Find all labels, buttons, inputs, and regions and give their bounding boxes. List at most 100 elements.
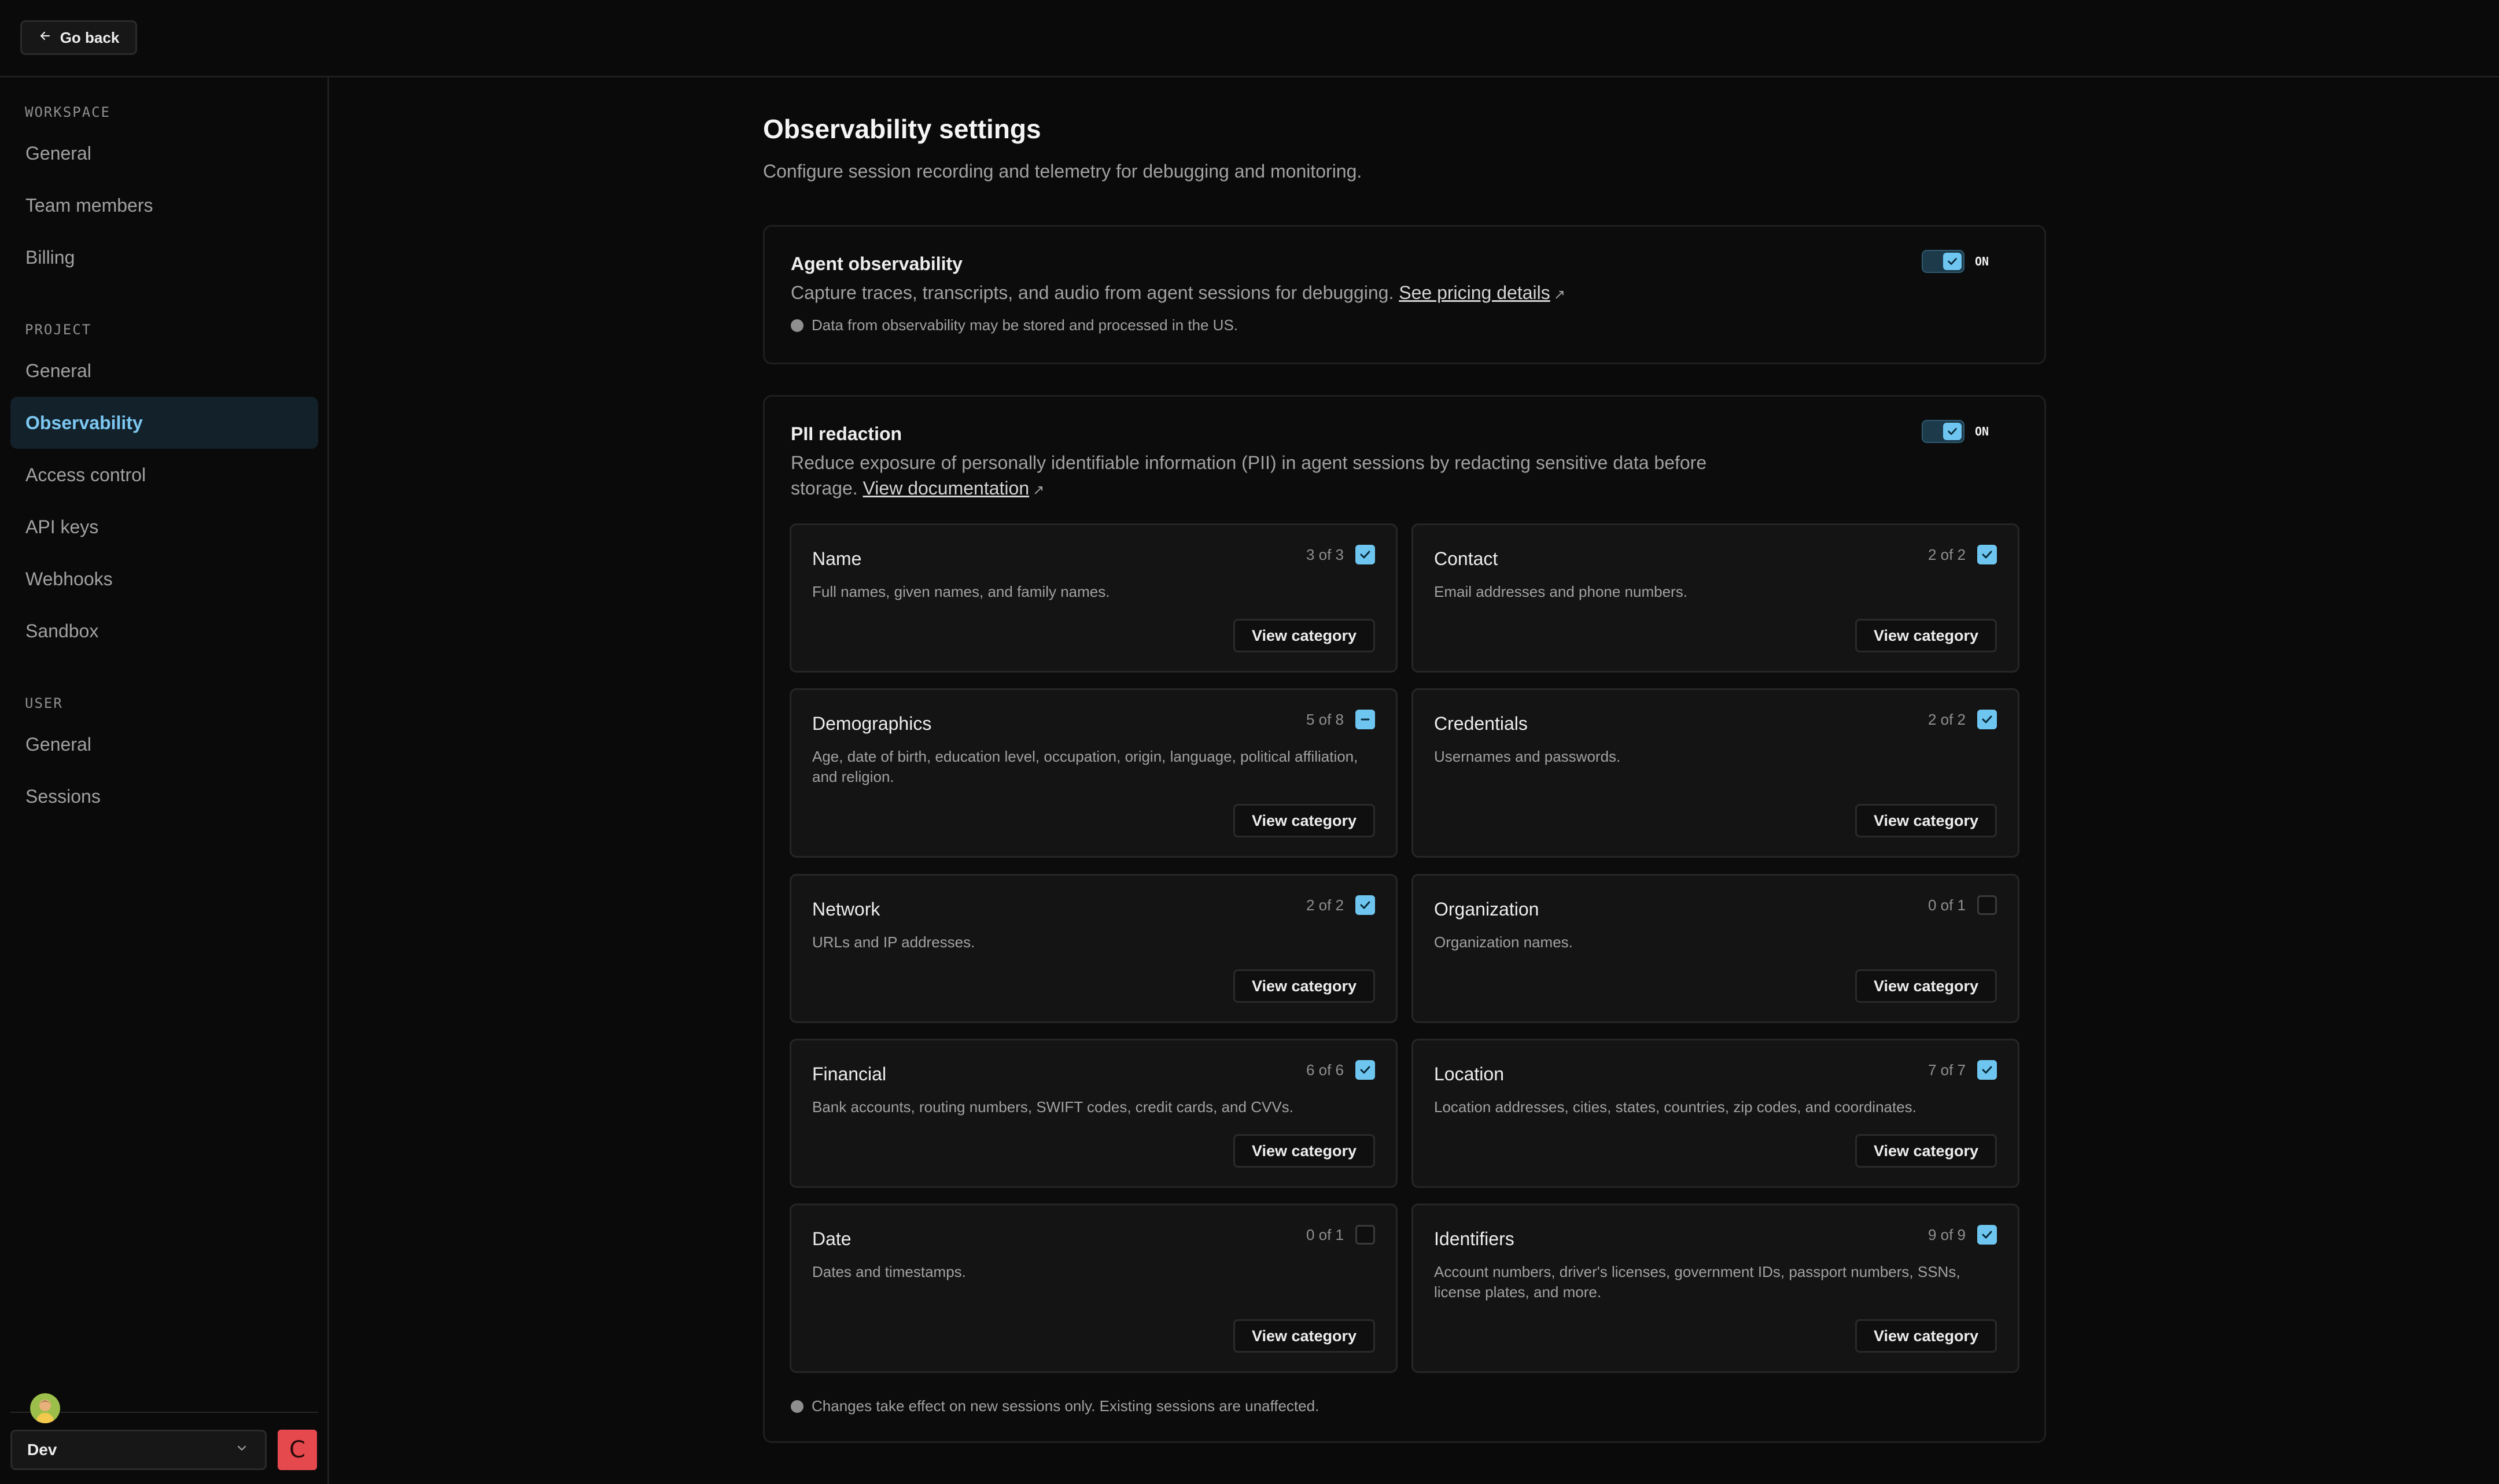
category-description: Dates and timestamps. <box>812 1263 966 1280</box>
category-checkbox[interactable] <box>1977 1060 1997 1080</box>
category-checkbox[interactable] <box>1977 1225 1997 1245</box>
sidebar-item-team-members[interactable]: Team members <box>10 179 318 231</box>
category-count: 0 of 1 <box>1306 1226 1344 1243</box>
arrow-left-icon <box>38 29 52 47</box>
org-badge[interactable]: C <box>278 1430 317 1470</box>
category-checkbox[interactable] <box>1355 895 1375 915</box>
sidebar-item-sessions[interactable]: Sessions <box>10 770 318 822</box>
view-category-button[interactable]: View category <box>1233 804 1375 837</box>
minus-icon <box>1361 718 1370 721</box>
category-name: Organization <box>1434 899 1539 920</box>
section-label-user: USER <box>25 695 63 711</box>
check-icon <box>1360 901 1370 909</box>
category-name: Network <box>812 899 880 920</box>
view-category-button[interactable]: View category <box>1855 619 1997 652</box>
category-checkbox[interactable] <box>1355 545 1375 564</box>
sidebar-item-sandbox[interactable]: Sandbox <box>10 605 318 657</box>
data-storage-note: Data from observability may be stored an… <box>791 316 1238 334</box>
category-name: Identifiers <box>1434 1228 1514 1249</box>
view-documentation-link[interactable]: View documentation <box>863 478 1030 499</box>
category-description: Account numbers, driver's licenses, gove… <box>1434 1263 1960 1301</box>
check-icon <box>1360 551 1370 559</box>
environment-select[interactable]: Dev <box>10 1430 267 1470</box>
chevron-down-icon <box>235 1441 249 1459</box>
check-icon <box>1982 1066 1992 1074</box>
category-card-credentials: Credentials 2 of 2 Usernames and passwor… <box>1411 688 2019 858</box>
top-bar: Go back <box>0 0 2499 77</box>
category-name: Demographics <box>812 713 932 734</box>
pii-redaction-panel: PII redaction Reduce exposure of persona… <box>763 395 2046 1443</box>
sidebar: WORKSPACE General Team members Billing P… <box>0 77 329 1484</box>
sidebar-item-billing[interactable]: Billing <box>10 231 318 283</box>
external-link-icon: ↗ <box>1553 287 1565 302</box>
category-description: Email addresses and phone numbers. <box>1434 583 1687 600</box>
category-description: URLs and IP addresses. <box>812 933 975 951</box>
avatar[interactable] <box>30 1393 60 1423</box>
toggle-state-label: ON <box>1975 254 1989 268</box>
category-name: Contact <box>1434 548 1498 569</box>
category-description: Full names, given names, and family name… <box>812 583 1110 600</box>
agent-observability-description: Capture traces, transcripts, and audio f… <box>791 280 1565 308</box>
check-icon <box>1982 715 1992 723</box>
category-checkbox[interactable] <box>1355 1060 1375 1080</box>
category-card-demographics: Demographics 5 of 8 Age, date of birth, … <box>790 688 1398 858</box>
category-card-contact: Contact 2 of 2 Email addresses and phone… <box>1411 523 2019 673</box>
sidebar-item-user-general[interactable]: General <box>10 718 318 770</box>
data-storage-note-text: Data from observability may be stored an… <box>812 316 1239 334</box>
sidebar-item-webhooks[interactable]: Webhooks <box>10 553 318 605</box>
agent-observability-title: Agent observability <box>791 253 963 274</box>
category-description: Age, date of birth, education level, occ… <box>812 748 1358 785</box>
sidebar-item-observability[interactable]: Observability <box>10 397 318 449</box>
agent-observability-panel: Agent observability Capture traces, tran… <box>763 225 2046 364</box>
category-name: Date <box>812 1228 852 1249</box>
view-category-button[interactable]: View category <box>1855 804 1997 837</box>
category-count: 2 of 2 <box>1927 711 1966 728</box>
check-icon <box>1982 551 1992 559</box>
category-card-location: Location 7 of 7 Location addresses, citi… <box>1411 1039 2019 1188</box>
category-count: 9 of 9 <box>1927 1226 1966 1243</box>
view-category-button[interactable]: View category <box>1233 1319 1375 1353</box>
view-category-button[interactable]: View category <box>1233 619 1375 652</box>
category-card-organization: Organization 0 of 1 Organization names. … <box>1411 874 2019 1023</box>
category-description: Location addresses, cities, states, coun… <box>1434 1098 1916 1116</box>
environment-value: Dev <box>27 1441 57 1459</box>
toggle-track <box>1922 420 1964 443</box>
category-count: 0 of 1 <box>1927 896 1966 914</box>
agent-observability-text: Capture traces, transcripts, and audio f… <box>791 282 1394 303</box>
category-count: 5 of 8 <box>1306 711 1344 728</box>
category-checkbox[interactable] <box>1977 545 1997 564</box>
page-title: Observability settings <box>763 114 1041 144</box>
category-checkbox[interactable] <box>1977 895 1997 915</box>
pii-redaction-title: PII redaction <box>791 423 902 444</box>
view-category-button[interactable]: View category <box>1855 1319 1997 1353</box>
check-icon <box>1982 1231 1992 1239</box>
view-category-button[interactable]: View category <box>1233 1134 1375 1168</box>
sidebar-item-access-control[interactable]: Access control <box>10 449 318 501</box>
check-icon <box>1943 423 1962 440</box>
sessions-effect-note-text: Changes take effect on new sessions only… <box>812 1397 1319 1415</box>
view-category-button[interactable]: View category <box>1233 969 1375 1003</box>
view-category-button[interactable]: View category <box>1855 969 1997 1003</box>
category-card-date: Date 0 of 1 Dates and timestamps. View c… <box>790 1204 1398 1373</box>
category-name: Financial <box>812 1064 887 1084</box>
toggle-state-label: ON <box>1975 424 1989 438</box>
sessions-effect-note: Changes take effect on new sessions only… <box>791 1397 1319 1415</box>
pii-redaction-description: Reduce exposure of personally identifiab… <box>791 450 1774 503</box>
category-card-name: Name 3 of 3 Full names, given names, and… <box>790 523 1398 673</box>
category-count: 3 of 3 <box>1306 546 1344 563</box>
category-description: Usernames and passwords. <box>1434 748 1621 765</box>
sidebar-item-workspace-general[interactable]: General <box>10 127 318 179</box>
category-name: Location <box>1434 1064 1504 1084</box>
sidebar-item-api-keys[interactable]: API keys <box>10 501 318 553</box>
go-back-button[interactable]: Go back <box>20 20 137 55</box>
view-category-button[interactable]: View category <box>1855 1134 1997 1168</box>
category-checkbox[interactable] <box>1977 710 1997 729</box>
pricing-details-link[interactable]: See pricing details <box>1399 282 1550 303</box>
category-card-financial: Financial 6 of 6 Bank accounts, routing … <box>790 1039 1398 1188</box>
sidebar-item-project-general[interactable]: General <box>10 345 318 397</box>
toggle-track <box>1922 250 1964 273</box>
agent-observability-toggle[interactable]: ON <box>1922 250 1989 273</box>
pii-redaction-toggle[interactable]: ON <box>1922 420 1989 443</box>
category-checkbox[interactable] <box>1355 710 1375 729</box>
category-checkbox[interactable] <box>1355 1225 1375 1245</box>
